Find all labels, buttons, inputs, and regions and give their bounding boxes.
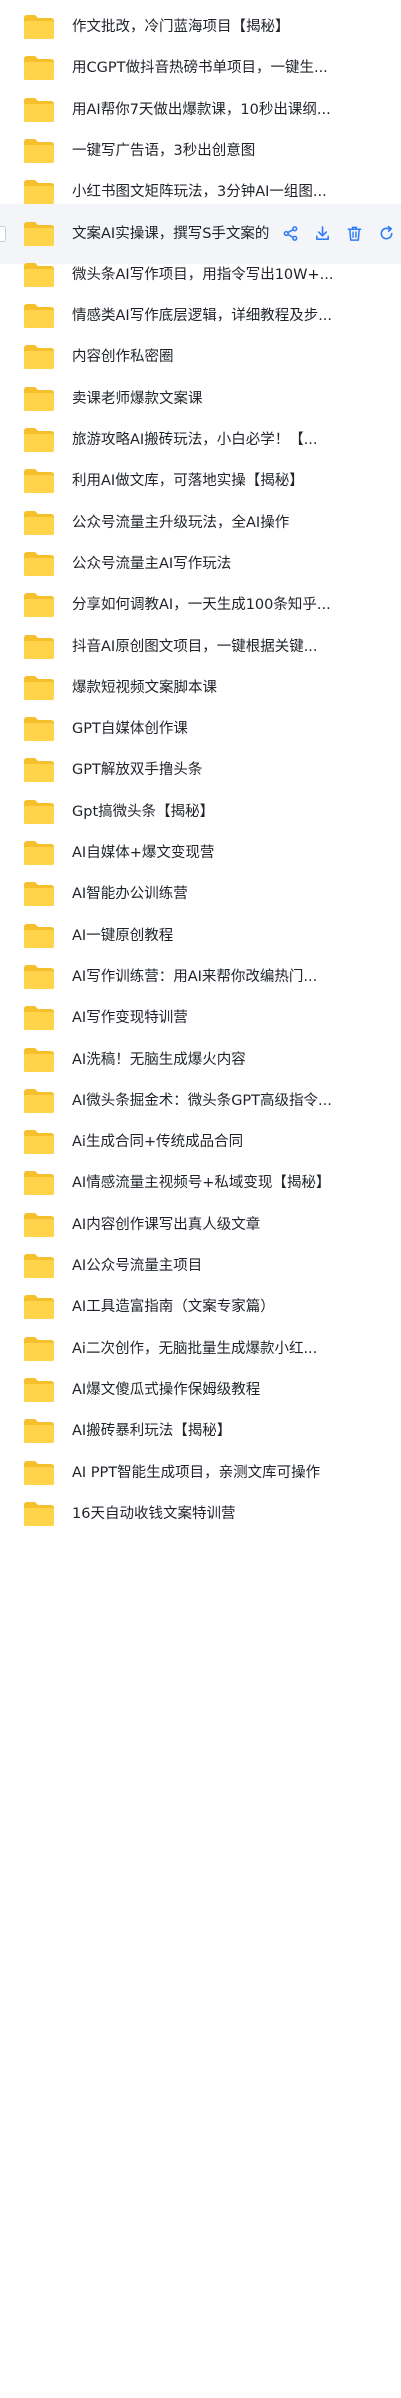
- folder-icon: [23, 468, 55, 494]
- folder-icon: [23, 1377, 55, 1403]
- share-icon[interactable]: [281, 225, 299, 243]
- folder-icon: [23, 634, 55, 660]
- folder-icon: [23, 344, 55, 370]
- folder-icon: [23, 1005, 55, 1031]
- folder-icon: [23, 55, 55, 81]
- folder-icon: [23, 1170, 55, 1196]
- more-icon[interactable]: [377, 225, 395, 243]
- file-list: 作文批改，冷门蓝海项目【揭秘】 用CGPT做抖音热磅书单项目，一键生... 用AI帮…: [0, 0, 401, 2398]
- folder-icon: [23, 1336, 55, 1362]
- folder-icon: [23, 386, 55, 412]
- folder-icon: [23, 1418, 55, 1444]
- folder-icon: [23, 881, 55, 907]
- folder-icon: [23, 757, 55, 783]
- folder-icon: [23, 964, 55, 990]
- folder-icon: [23, 1501, 55, 1527]
- folder-icon: [23, 592, 55, 618]
- folder-icon: [23, 923, 55, 949]
- folder-icon: [23, 1294, 55, 1320]
- folder-icon: [23, 14, 55, 40]
- folder-icon: [23, 262, 55, 288]
- folder-icon: [23, 551, 55, 577]
- folder-icon: [23, 179, 55, 205]
- folder-icon: [23, 799, 55, 825]
- folder-icon: [23, 840, 55, 866]
- row-checkbox[interactable]: [0, 225, 6, 242]
- folder-icon: [23, 221, 55, 247]
- folder-icon: [23, 1088, 55, 1114]
- folder-icon: [23, 427, 55, 453]
- folder-icon: [23, 97, 55, 123]
- folder-icon: [23, 1129, 55, 1155]
- folder-icon: [23, 1253, 55, 1279]
- folder-icon: [23, 1047, 55, 1073]
- folder-icon: [23, 138, 55, 164]
- folder-icon: [23, 675, 55, 701]
- folder-icon: [23, 510, 55, 536]
- folder-row[interactable]: 16天自动收钱文案特训营: [0, 1484, 401, 1544]
- folder-name[interactable]: 16天自动收钱文案特训营: [72, 1484, 235, 1544]
- delete-icon[interactable]: [345, 225, 363, 243]
- folder-icon: [23, 1460, 55, 1486]
- folder-icon: [23, 1212, 55, 1238]
- download-icon[interactable]: [313, 225, 331, 243]
- folder-icon: [23, 716, 55, 742]
- folder-icon: [23, 303, 55, 329]
